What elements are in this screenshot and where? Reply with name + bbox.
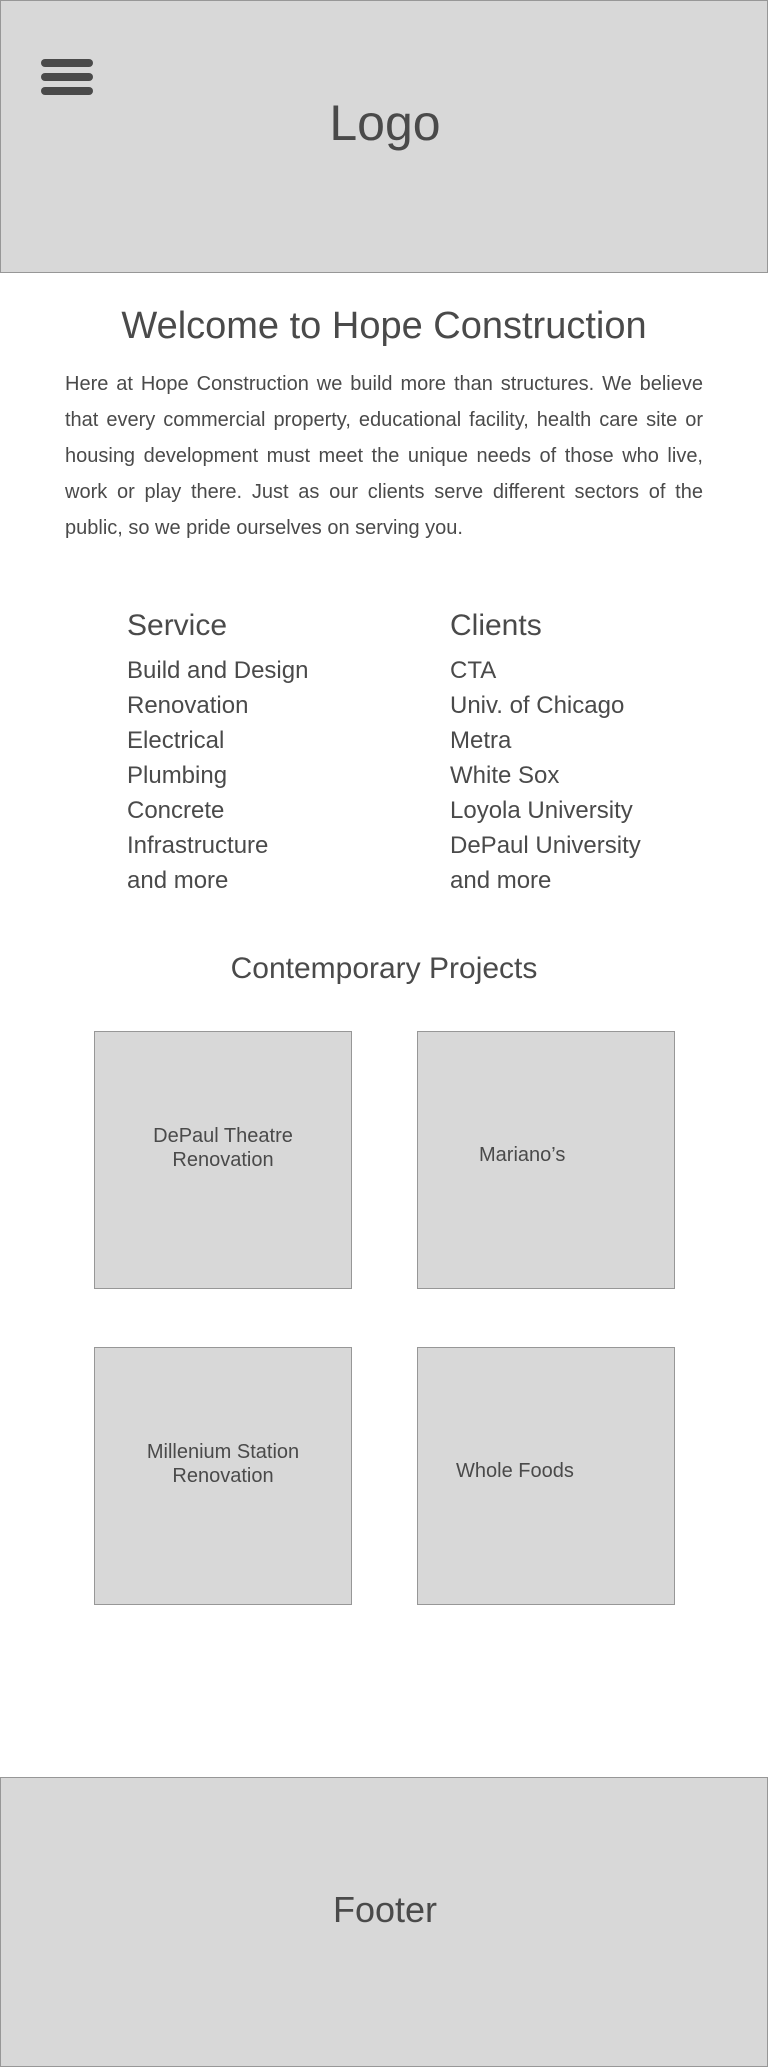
project-card-depaul-theatre[interactable]: DePaul Theatre Renovation bbox=[94, 1031, 352, 1289]
client-item: Loyola University bbox=[450, 797, 633, 824]
service-item: Electrical bbox=[127, 727, 225, 754]
hamburger-menu-icon[interactable] bbox=[41, 59, 93, 95]
client-item: and more bbox=[450, 867, 552, 894]
services-list: Build and Design Renovation Electrical P… bbox=[127, 653, 427, 898]
intro-paragraph: Here at Hope Construction we build more … bbox=[65, 373, 703, 539]
service-item: and more bbox=[127, 867, 229, 894]
project-card-label: Mariano’s bbox=[479, 1144, 566, 1166]
service-item: Build and Design bbox=[127, 657, 309, 684]
services-heading: Service bbox=[127, 609, 228, 642]
client-item: White Sox bbox=[450, 762, 560, 789]
welcome-title: Welcome to Hope Construction bbox=[121, 305, 647, 347]
client-item: Univ. of Chicago bbox=[450, 692, 625, 719]
clients-heading: Clients bbox=[450, 609, 542, 642]
service-item: Concrete bbox=[127, 797, 225, 824]
logo[interactable]: Logo bbox=[1, 93, 768, 153]
client-item: Metra bbox=[450, 727, 512, 754]
project-card-label: Whole Foods bbox=[456, 1460, 574, 1482]
client-item: CTA bbox=[450, 657, 497, 684]
project-card-marianos[interactable]: Mariano’s bbox=[417, 1031, 675, 1289]
site-header: Logo bbox=[0, 0, 768, 273]
project-card-millenium-station[interactable]: Millenium Station Renovation bbox=[94, 1347, 352, 1605]
site-footer: Footer bbox=[0, 1777, 768, 2067]
clients-list: CTA Univ. of Chicago Metra White Sox Loy… bbox=[450, 653, 750, 898]
footer-label: Footer bbox=[332, 1889, 438, 1930]
project-card-label: DePaul Theatre Renovation bbox=[153, 1125, 293, 1171]
projects-title: Contemporary Projects bbox=[230, 952, 538, 985]
client-item: DePaul University bbox=[450, 832, 641, 859]
clients-column: Clients CTA Univ. of Chicago Metra White… bbox=[450, 603, 750, 898]
project-card-whole-foods[interactable]: Whole Foods bbox=[417, 1347, 675, 1605]
service-item: Plumbing bbox=[127, 762, 228, 789]
project-card-label: Millenium Station Renovation bbox=[146, 1441, 300, 1487]
service-item: Renovation bbox=[127, 692, 249, 719]
service-item: Infrastructure bbox=[127, 832, 269, 859]
services-column: Service Build and Design Renovation Elec… bbox=[127, 603, 427, 898]
